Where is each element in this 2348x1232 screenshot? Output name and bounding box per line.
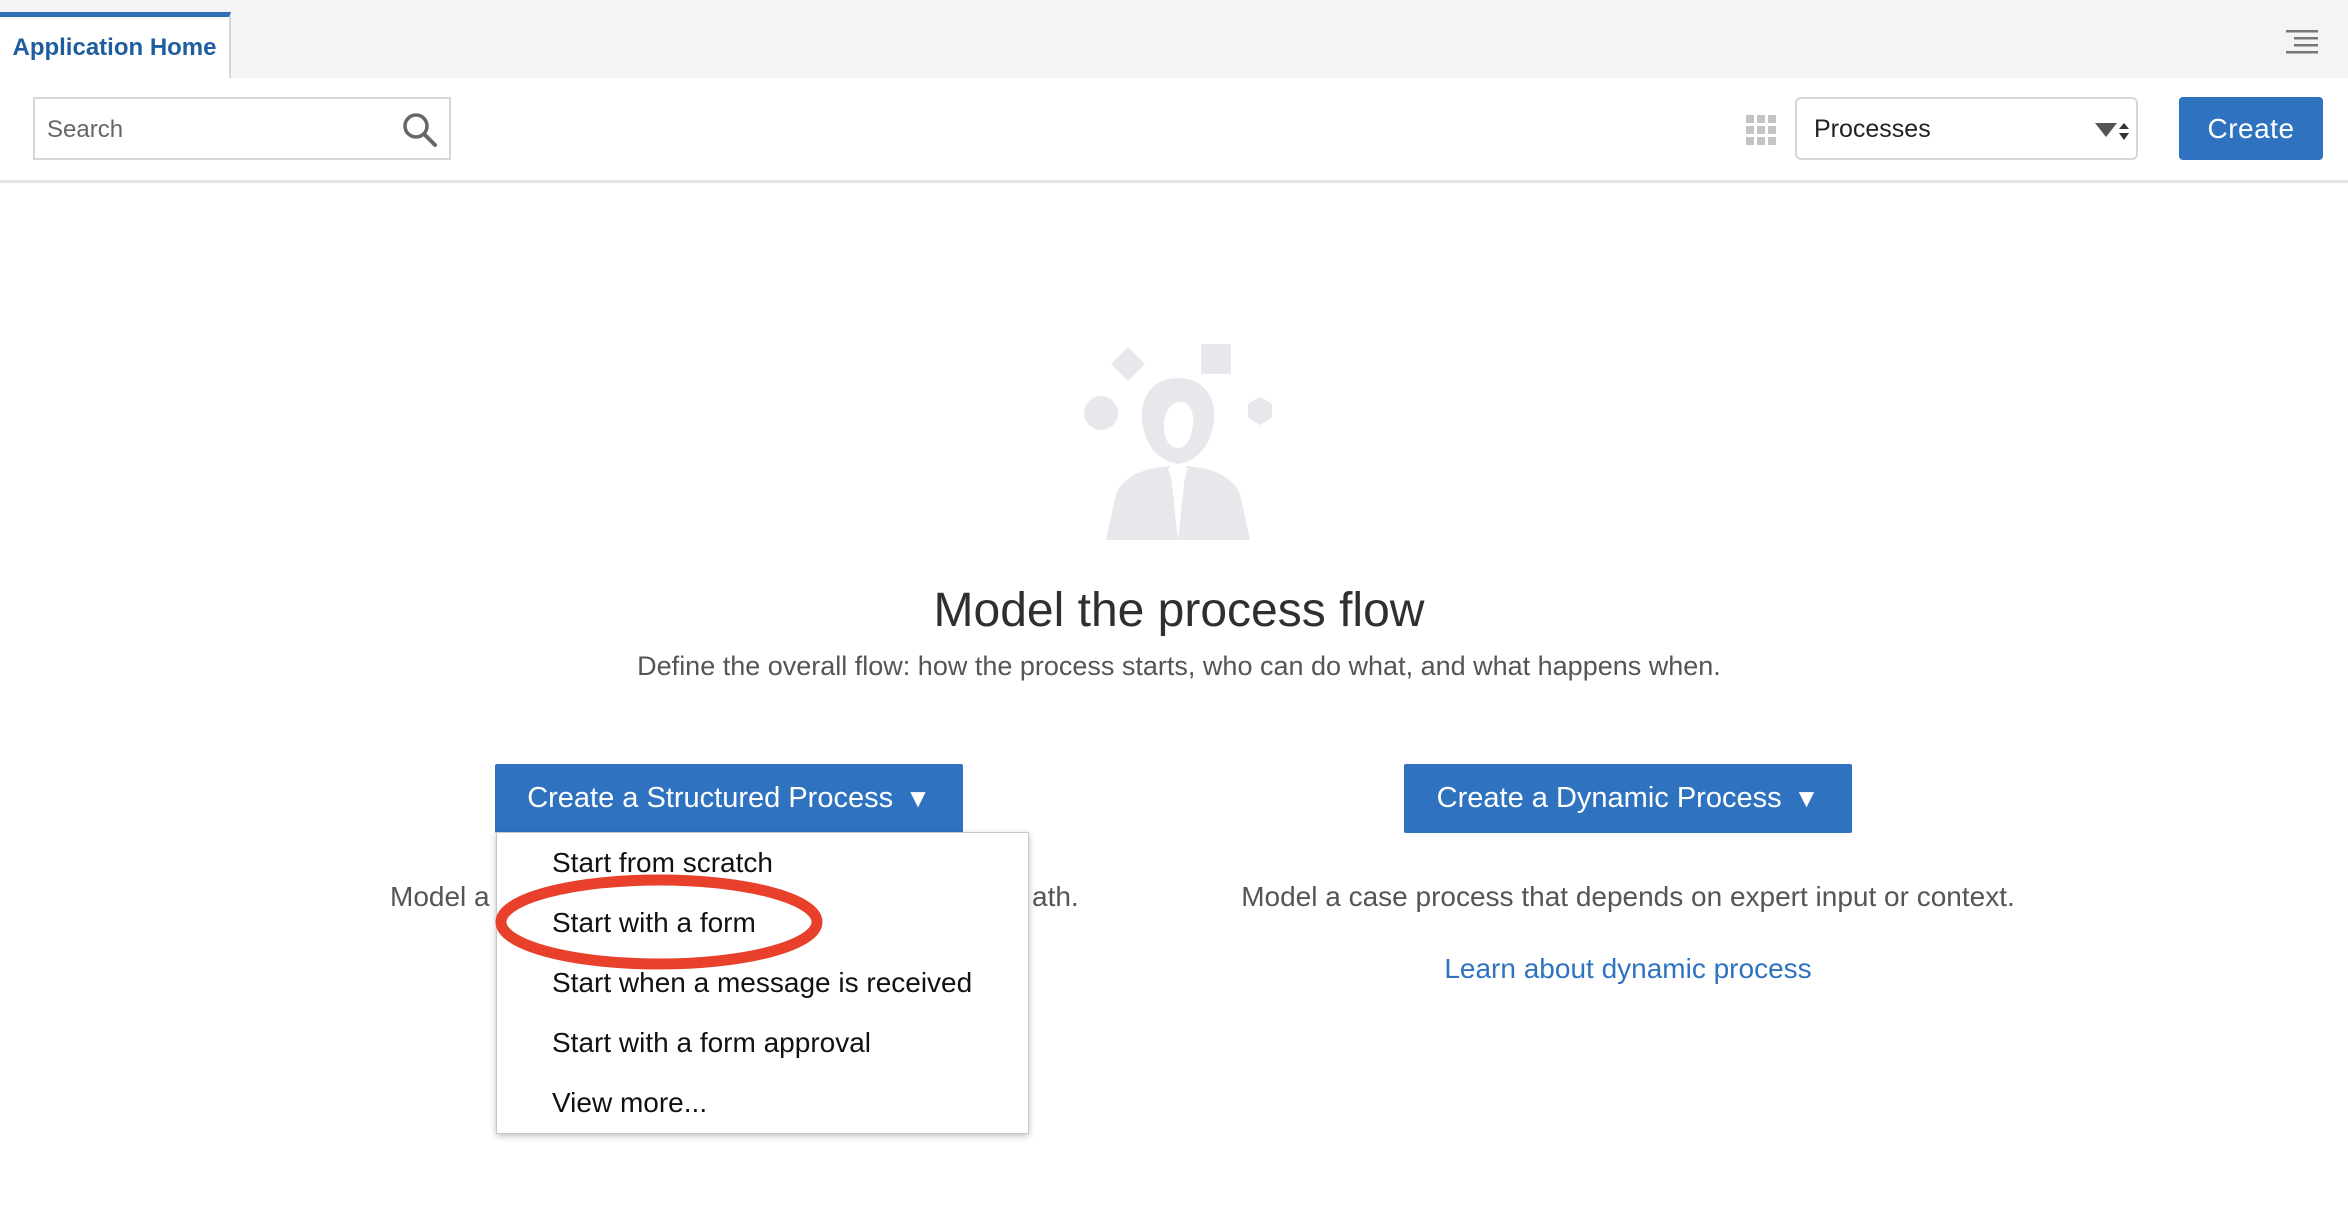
caret-down-icon: ▼: [1793, 783, 1820, 813]
create-structured-process-button[interactable]: Create a Structured Process ▼: [495, 764, 963, 833]
structured-button-label: Create a Structured Process: [527, 782, 894, 814]
grid-view-icon[interactable]: [1746, 115, 1776, 145]
structured-description-end: ath.: [1032, 881, 1079, 912]
select-sort-arrows-icon: [2095, 123, 2129, 140]
search-box: [33, 97, 451, 160]
tab-bar: Application Home: [0, 0, 2348, 78]
page-subtitle: Define the overall flow: how the process…: [637, 651, 1721, 681]
search-input[interactable]: [45, 107, 389, 153]
caret-down-icon: ▼: [905, 783, 931, 813]
structured-description-start: Model a: [390, 881, 490, 912]
search-icon[interactable]: [401, 111, 439, 149]
page-title: Model the process flow: [933, 584, 1425, 637]
dynamic-button-label: Create a Dynamic Process: [1436, 782, 1782, 814]
learn-dynamic-process-link[interactable]: Learn about dynamic process: [1160, 953, 2096, 985]
menu-item-view-more[interactable]: View more...: [552, 1087, 707, 1119]
view-select[interactable]: Processes: [1795, 97, 2138, 160]
menu-item-start-with-form[interactable]: Start with a form: [552, 907, 756, 939]
menu-item-start-from-scratch[interactable]: Start from scratch: [552, 847, 773, 879]
tab-application-home[interactable]: Application Home: [0, 12, 231, 78]
person-illustration: [1084, 344, 1272, 540]
create-dynamic-process-button[interactable]: Create a Dynamic Process ▼: [1404, 764, 1852, 833]
menu-item-start-with-form-approval[interactable]: Start with a form approval: [552, 1027, 871, 1059]
toolbar: Processes Create: [0, 78, 2348, 183]
dynamic-description: Model a case process that depends on exp…: [1241, 881, 2015, 912]
hamburger-menu-icon[interactable]: [2286, 28, 2318, 56]
view-select-value: Processes: [1814, 115, 1931, 143]
structured-process-dropdown-menu: Start from scratch Start with a form Sta…: [496, 832, 1029, 1134]
menu-item-start-when-message-received[interactable]: Start when a message is received: [552, 967, 972, 999]
create-button[interactable]: Create: [2179, 97, 2323, 160]
